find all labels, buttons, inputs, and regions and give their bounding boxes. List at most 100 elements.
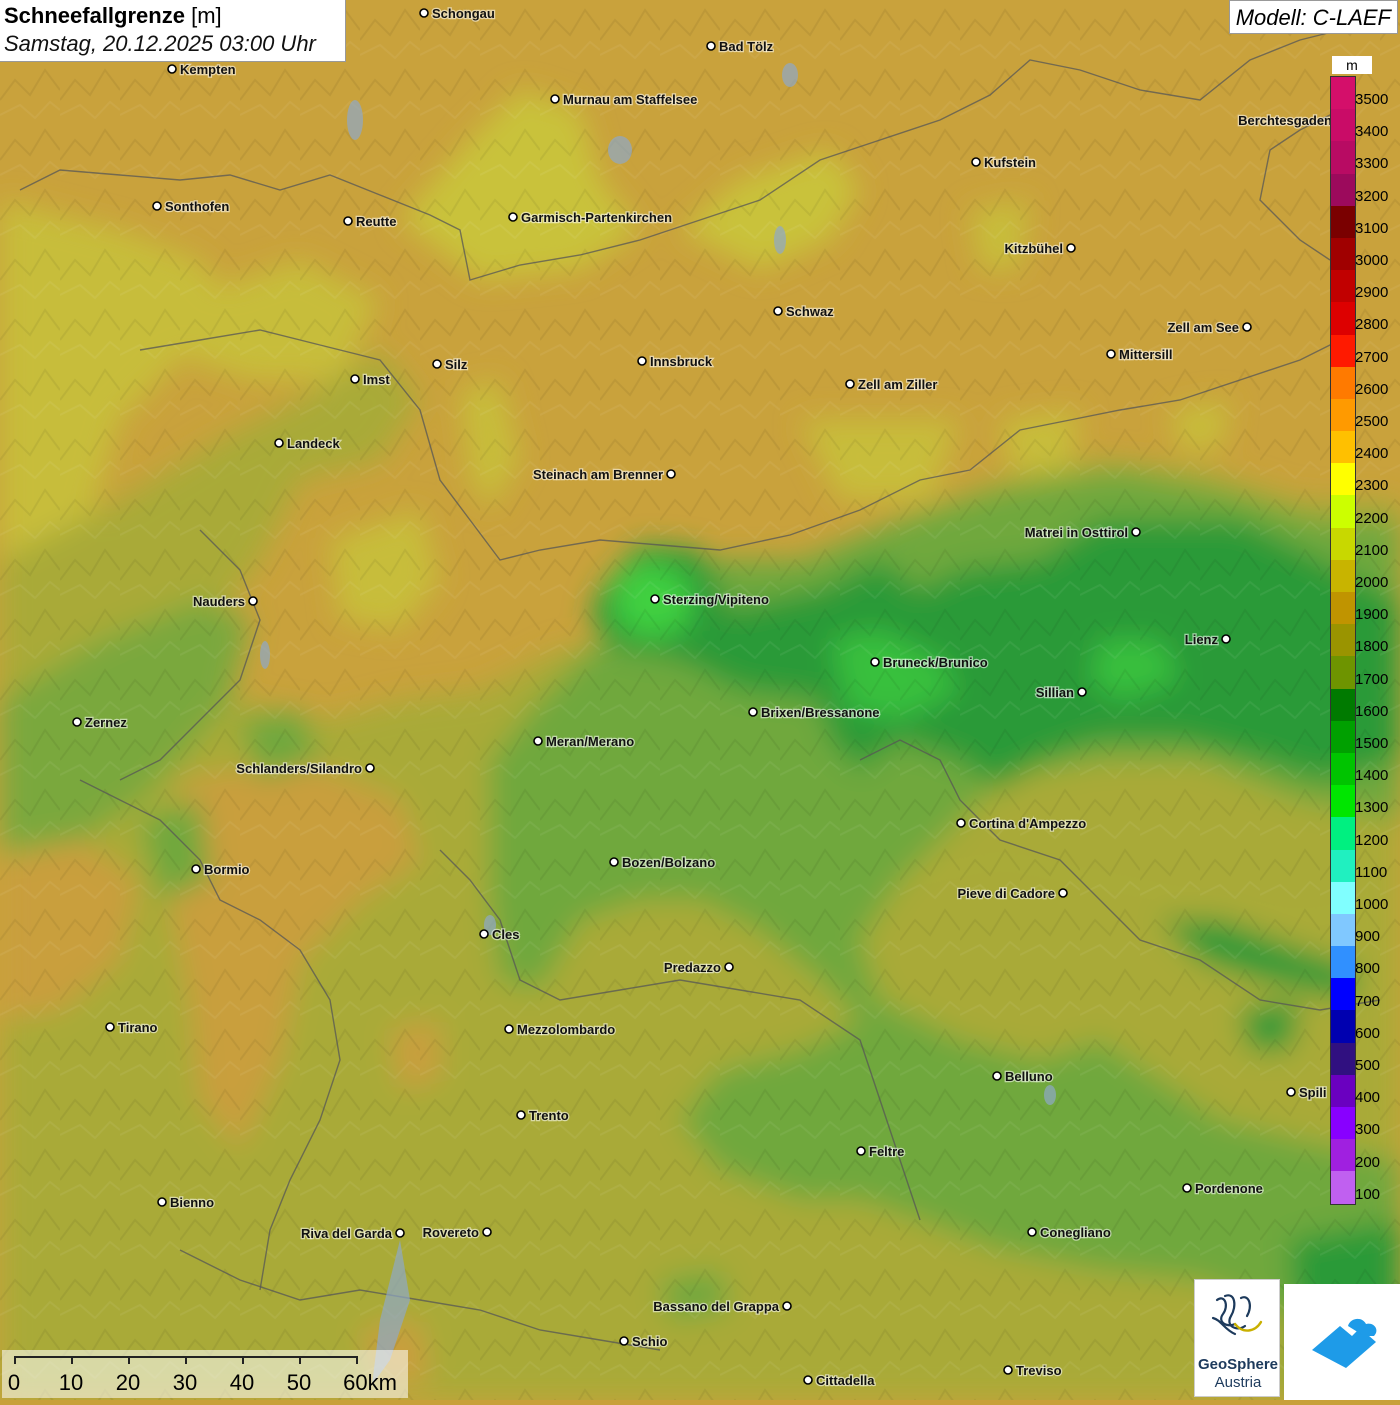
city-marker[interactable]: Innsbruck — [637, 353, 714, 370]
city-marker[interactable]: Schlanders/Silandro — [235, 760, 375, 777]
city-marker[interactable]: Schongau — [419, 5, 496, 22]
legend-swatch — [1331, 752, 1355, 786]
city-marker[interactable]: Steinach am Brenner — [532, 466, 676, 483]
city-marker[interactable]: Matrei in Osttirol — [1023, 524, 1141, 541]
city-dot — [870, 657, 880, 667]
city-dot — [1003, 1365, 1013, 1375]
legend-label: 1200 — [1355, 831, 1389, 849]
city-marker[interactable]: Bozen/Bolzano — [609, 854, 716, 871]
city-label: Reutte — [356, 214, 396, 229]
scale-label: 50 — [286, 1370, 312, 1395]
city-label: Silz — [445, 357, 468, 372]
city-marker[interactable]: Riva del Garda — [300, 1225, 405, 1242]
city-dot — [650, 594, 660, 604]
legend-swatch — [1331, 656, 1355, 689]
city-dot — [479, 929, 489, 939]
city-label: Berchtesgaden — [1238, 113, 1332, 128]
city-label: Mezzolombardo — [517, 1022, 615, 1037]
legend-unit: m — [1332, 56, 1372, 74]
city-label: Bienno — [170, 1195, 214, 1210]
legend-label: 1600 — [1355, 702, 1389, 720]
city-dot — [992, 1071, 1002, 1081]
legend-swatch — [1331, 624, 1355, 657]
city-marker[interactable]: Sonthofen — [152, 198, 231, 215]
city-dot — [619, 1336, 629, 1346]
city-marker[interactable]: Sterzing/Vipiteno — [650, 591, 770, 608]
city-label: Zell am Ziller — [858, 377, 937, 392]
snowfall-limit-map[interactable]: Schongau Bad Tölz Kempten Murnau am Staffel… — [0, 0, 1400, 1400]
city-label: Sillian — [1036, 685, 1074, 700]
city-dot — [365, 763, 375, 773]
city-label: Sonthofen — [165, 199, 229, 214]
city-dot — [395, 1228, 405, 1238]
city-dot — [773, 306, 783, 316]
city-dot — [504, 1024, 514, 1034]
city-label: Spili — [1299, 1085, 1326, 1100]
city-label: Nauders — [193, 594, 245, 609]
legend-label: 800 — [1355, 960, 1381, 978]
city-dot — [432, 359, 442, 369]
legend-swatch — [1331, 270, 1355, 303]
city-dot — [956, 818, 966, 828]
legend-label: 400 — [1355, 1089, 1381, 1107]
city-dot — [1058, 888, 1068, 898]
city-marker[interactable]: Zell am See — [1166, 319, 1252, 336]
city-label: Schongau — [432, 6, 495, 21]
city-label: Schlanders/Silandro — [236, 761, 362, 776]
scale-label: 20 — [115, 1370, 141, 1395]
city-label: Meran/Merano — [546, 734, 634, 749]
city-marker[interactable]: Garmisch-Partenkirchen — [508, 209, 673, 226]
legend-swatch — [1331, 463, 1355, 496]
legend-swatch — [1331, 1171, 1355, 1204]
legend-label: 3100 — [1355, 219, 1389, 237]
legend-color-bar — [1330, 76, 1356, 1205]
geosphere-logo[interactable]: GeoSphere Austria — [1194, 1279, 1280, 1397]
map-title: Schneefallgrenze [m] — [4, 3, 222, 28]
legend-label: 2900 — [1355, 284, 1389, 302]
legend-swatch — [1331, 302, 1355, 335]
city-marker[interactable]: Meran/Merano — [533, 733, 635, 750]
legend-swatch — [1331, 559, 1355, 592]
city-marker[interactable]: Pieve di Cadore — [956, 885, 1068, 902]
legend-label: 3300 — [1355, 155, 1389, 173]
city-label: Treviso — [1016, 1363, 1062, 1378]
city-label: Landeck — [287, 436, 341, 451]
city-marker[interactable]: Cortina d'Ampezzo — [956, 815, 1088, 832]
city-marker[interactable]: Zell am Ziller — [845, 376, 939, 393]
city-dot — [706, 41, 716, 51]
city-label: Lienz — [1185, 632, 1219, 647]
mountain-cloud-icon — [1312, 1318, 1377, 1368]
legend-label: 200 — [1355, 1153, 1381, 1171]
legend-swatch — [1331, 688, 1355, 721]
city-label: Kitzbühel — [1005, 241, 1064, 256]
city-marker[interactable]: Pordenone — [1182, 1180, 1264, 1197]
geosphere-country: Austria — [1214, 1374, 1262, 1391]
city-dot — [167, 64, 177, 74]
legend-label: 1800 — [1355, 638, 1389, 656]
legend-label: 2200 — [1355, 509, 1389, 527]
legend-label: 2000 — [1355, 574, 1389, 591]
city-marker[interactable]: Brixen/Bressanone — [748, 704, 881, 721]
city-label: Conegliano — [1040, 1225, 1111, 1240]
color-legend: m 3500 3400 3300 3200 3100 3000 2900 2800 2700 26… — [1326, 56, 1400, 1206]
city-label: Kempten — [180, 62, 236, 77]
city-dot — [343, 216, 353, 226]
scale-label: 40 — [229, 1370, 255, 1395]
city-label: Zernez — [85, 715, 127, 730]
city-label: Trento — [529, 1108, 569, 1123]
city-marker[interactable]: Bassano del Grappa — [652, 1298, 792, 1315]
partner-logo[interactable] — [1284, 1284, 1400, 1400]
city-label: Tirano — [118, 1020, 158, 1035]
city-marker[interactable]: Conegliano — [1027, 1224, 1112, 1241]
city-dot — [666, 469, 676, 479]
model-label: Modell: C-LAEF — [1228, 0, 1398, 34]
city-marker[interactable]: Mezzolombardo — [504, 1021, 617, 1038]
city-label: Belluno — [1005, 1069, 1053, 1084]
city-dot — [1221, 634, 1231, 644]
city-marker[interactable]: Murnau am Staffelsee — [550, 91, 699, 108]
city-marker[interactable]: Bruneck/Brunico — [870, 654, 989, 671]
legend-label: 600 — [1355, 1024, 1381, 1042]
city-dot — [72, 717, 82, 727]
city-dot — [1131, 527, 1141, 537]
scale-label: 10 — [58, 1370, 84, 1395]
